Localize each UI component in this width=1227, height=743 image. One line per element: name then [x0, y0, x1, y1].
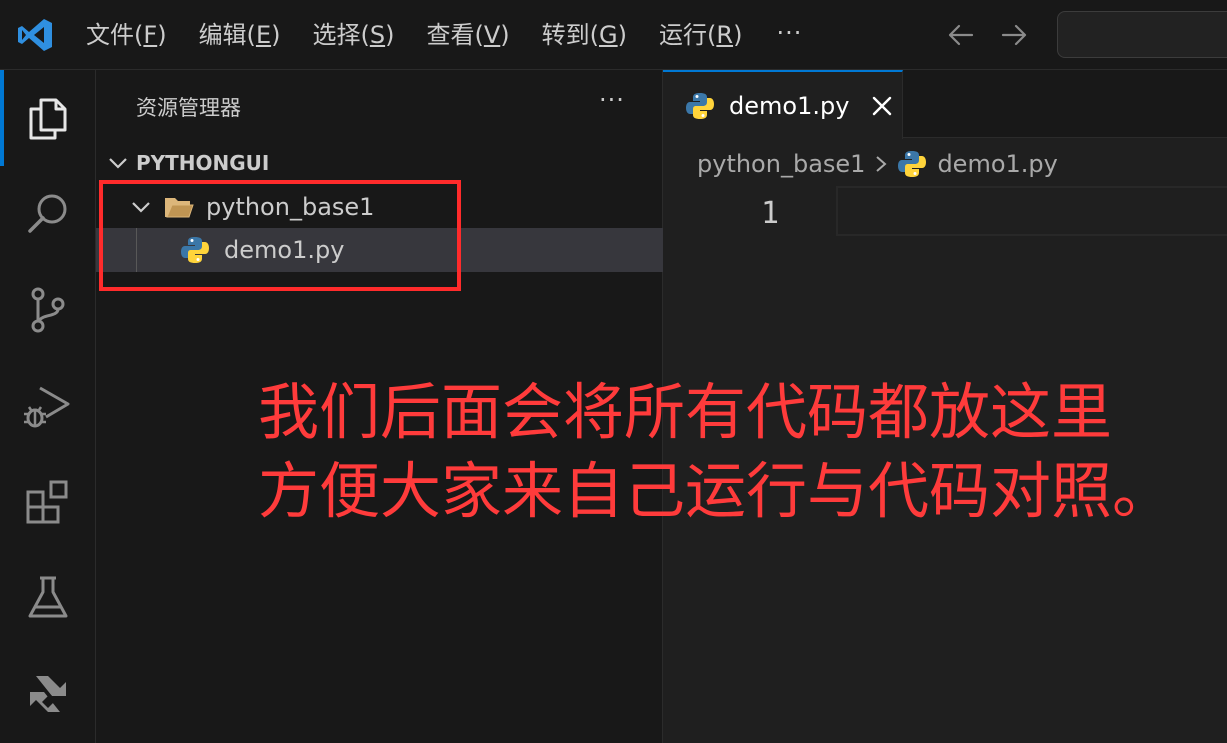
- editor-tabs: demo1.py: [663, 70, 1227, 139]
- annotation-line-1: 我们后面会将所有代码都放这里: [258, 377, 1113, 448]
- highlight-box: [99, 180, 461, 291]
- active-indicator: [0, 70, 4, 166]
- arrow-left-icon[interactable]: [945, 19, 977, 51]
- explorer-icon: [29, 98, 67, 140]
- arrow-right-icon[interactable]: [998, 19, 1030, 51]
- tab-label: demo1.py: [729, 91, 850, 120]
- python-file-icon: [686, 92, 714, 119]
- activity-extensions[interactable]: [0, 454, 96, 550]
- chevron-right-icon: [876, 156, 887, 172]
- breadcrumb-folder[interactable]: python_base1: [697, 150, 865, 178]
- menu-go[interactable]: 转到(G): [532, 15, 637, 55]
- command-center-search[interactable]: [1057, 11, 1227, 58]
- sidebar-more-button[interactable]: ···: [599, 86, 625, 114]
- breadcrumb-file[interactable]: demo1.py: [937, 150, 1057, 178]
- activity-explorer[interactable]: [0, 70, 96, 166]
- activity-marscode[interactable]: [0, 646, 96, 742]
- chevron-down-icon: [96, 148, 136, 178]
- activity-testing[interactable]: [0, 550, 96, 646]
- menu-bar: 文件(F) 编辑(E) 选择(S) 查看(V) 转到(G) 运行(R) ···: [76, 0, 814, 70]
- activity-run-debug[interactable]: [0, 358, 96, 454]
- line-number: 1: [761, 196, 780, 231]
- python-file-icon: [898, 151, 927, 177]
- marscode-icon: [30, 676, 66, 712]
- menu-run[interactable]: 运行(R): [649, 15, 752, 55]
- extensions-icon: [26, 480, 68, 524]
- tab-demo1[interactable]: demo1.py: [663, 70, 903, 139]
- testing-icon: [28, 576, 68, 618]
- menu-file[interactable]: 文件(F): [76, 15, 177, 55]
- activity-source-control[interactable]: [0, 262, 96, 358]
- menu-more-button[interactable]: ···: [764, 15, 814, 55]
- annotation-line-2: 方便大家来自己运行与代码对照。: [258, 456, 1174, 527]
- menu-edit[interactable]: 编辑(E): [189, 15, 291, 55]
- source-control-icon: [31, 287, 65, 333]
- close-icon[interactable]: [869, 93, 895, 119]
- vscode-logo-icon[interactable]: [17, 18, 53, 52]
- run-debug-icon: [24, 386, 70, 428]
- menu-view[interactable]: 查看(V): [416, 15, 519, 55]
- breadcrumb: python_base1 demo1.py: [697, 148, 1058, 180]
- activity-search[interactable]: [0, 166, 96, 262]
- workspace-name: PYTHONGUI: [136, 151, 270, 175]
- menu-selection[interactable]: 选择(S): [302, 15, 404, 55]
- activity-bar: [0, 70, 96, 743]
- sidebar-title: 资源管理器: [136, 96, 241, 120]
- search-icon: [28, 194, 67, 233]
- editor-current-line[interactable]: [836, 186, 1227, 236]
- workspace-section-header[interactable]: PYTHONGUI: [96, 148, 663, 178]
- title-bar: 文件(F) 编辑(E) 选择(S) 查看(V) 转到(G) 运行(R) ···: [0, 0, 1227, 70]
